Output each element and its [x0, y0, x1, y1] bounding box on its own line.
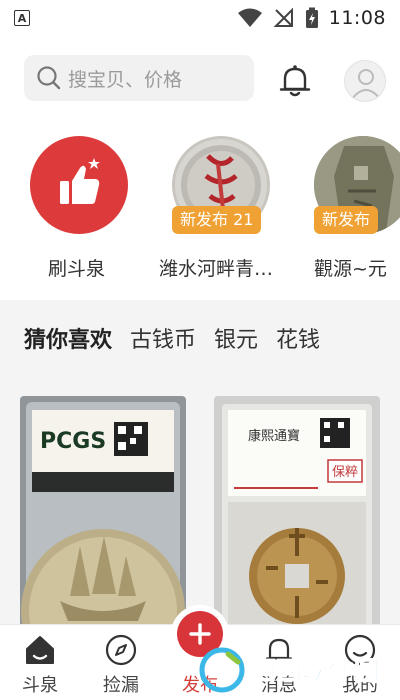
tab-guess-you-like[interactable]: 猜你喜欢: [24, 322, 112, 354]
search-icon: [37, 66, 61, 90]
tab-silver-dollars[interactable]: 银元: [214, 322, 258, 354]
shortcut-label: 刷斗泉: [48, 258, 106, 280]
notification-icon: A: [14, 10, 30, 26]
search-input[interactable]: 搜宝贝、价格: [24, 55, 254, 101]
tab-flower-coins[interactable]: 花钱: [276, 322, 320, 354]
battery-charging-icon: [305, 7, 318, 28]
nav-label: 斗泉: [22, 675, 58, 696]
pcgs-slab-coin-image: PCGS: [20, 396, 186, 641]
watermark-logo: 西西软件园: [199, 647, 381, 693]
header: 搜宝贝、价格: [0, 48, 400, 106]
avatar[interactable]: [344, 60, 386, 102]
shortcut-label: 觀源~元: [314, 258, 387, 280]
compass-icon: [105, 634, 137, 666]
no-signal-icon: [273, 7, 293, 27]
clock: 11:08: [328, 7, 386, 29]
product-grid: PCGS 康熙通寶 保粹: [0, 376, 400, 641]
home-icon: [26, 636, 54, 664]
slab-text: 康熙通寶: [248, 428, 300, 444]
slab-label: 保粹: [332, 465, 358, 480]
nav-item-discover[interactable]: 捡漏: [86, 633, 156, 697]
tab-ancient-coins[interactable]: 古钱币: [130, 322, 196, 354]
nav-label: 捡漏: [103, 675, 139, 696]
product-card[interactable]: PCGS: [20, 396, 186, 641]
slab-brand: PCGS: [40, 429, 106, 454]
new-release-badge: 新发布 21: [172, 206, 262, 234]
plus-icon: [189, 623, 211, 645]
shortcut-label: 潍水河畔青…: [159, 258, 274, 280]
status-bar: A 11:08: [0, 0, 400, 36]
shortcut-row: 刷斗泉 新发布 21 潍水河畔青… 新发布 觀源~元: [0, 128, 400, 288]
category-tabs: 猜你喜欢 古钱币 银元 花钱: [0, 300, 400, 376]
shortcut-avatar: [30, 136, 128, 234]
user-icon: [351, 69, 381, 100]
thumbs-up-icon: [60, 158, 100, 204]
new-release-badge: 新发布: [314, 206, 379, 234]
nav-item-home[interactable]: 斗泉: [5, 633, 75, 697]
watermark-text: 西西软件园: [250, 657, 380, 687]
bell-icon[interactable]: [276, 62, 314, 100]
search-placeholder: 搜宝贝、价格: [68, 68, 183, 91]
ancient-coin-slab-image: 康熙通寶 保粹: [214, 396, 380, 641]
wifi-icon: [237, 8, 262, 27]
product-card[interactable]: 康熙通寶 保粹: [214, 396, 380, 641]
